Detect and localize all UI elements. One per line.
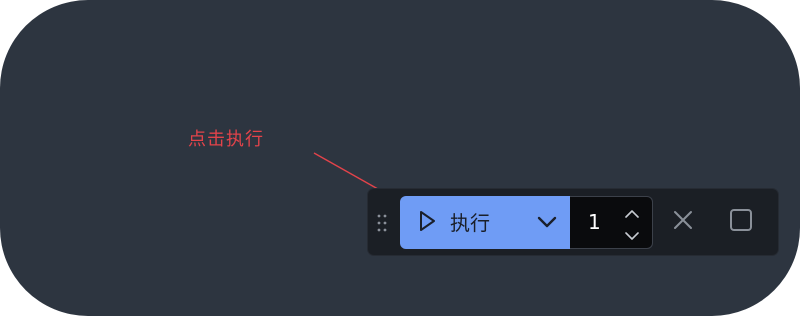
play-icon [418,210,436,236]
run-label: 执行 [450,210,490,235]
chevron-down-icon [624,226,640,245]
chevron-up-icon [624,204,640,223]
run-count-value[interactable]: 1 [588,210,601,234]
canvas-background: 点击执行 执行 1 [0,0,800,316]
square-icon [729,208,753,236]
run-toolbar: 执行 1 [368,189,778,255]
decrement-button[interactable] [622,226,642,244]
run-button[interactable]: 执行 [400,196,500,249]
close-icon [672,209,694,235]
annotation-label: 点击执行 [188,129,264,150]
chevron-down-icon [536,214,558,233]
close-button[interactable] [670,209,696,235]
drag-handle-icon[interactable] [376,213,388,233]
annotation-arrow [313,152,396,200]
maximize-button[interactable] [728,209,754,235]
run-options-dropdown[interactable] [534,210,560,236]
run-button-group: 执行 [400,196,570,249]
increment-button[interactable] [622,204,642,222]
run-count-stepper[interactable]: 1 [570,196,653,249]
